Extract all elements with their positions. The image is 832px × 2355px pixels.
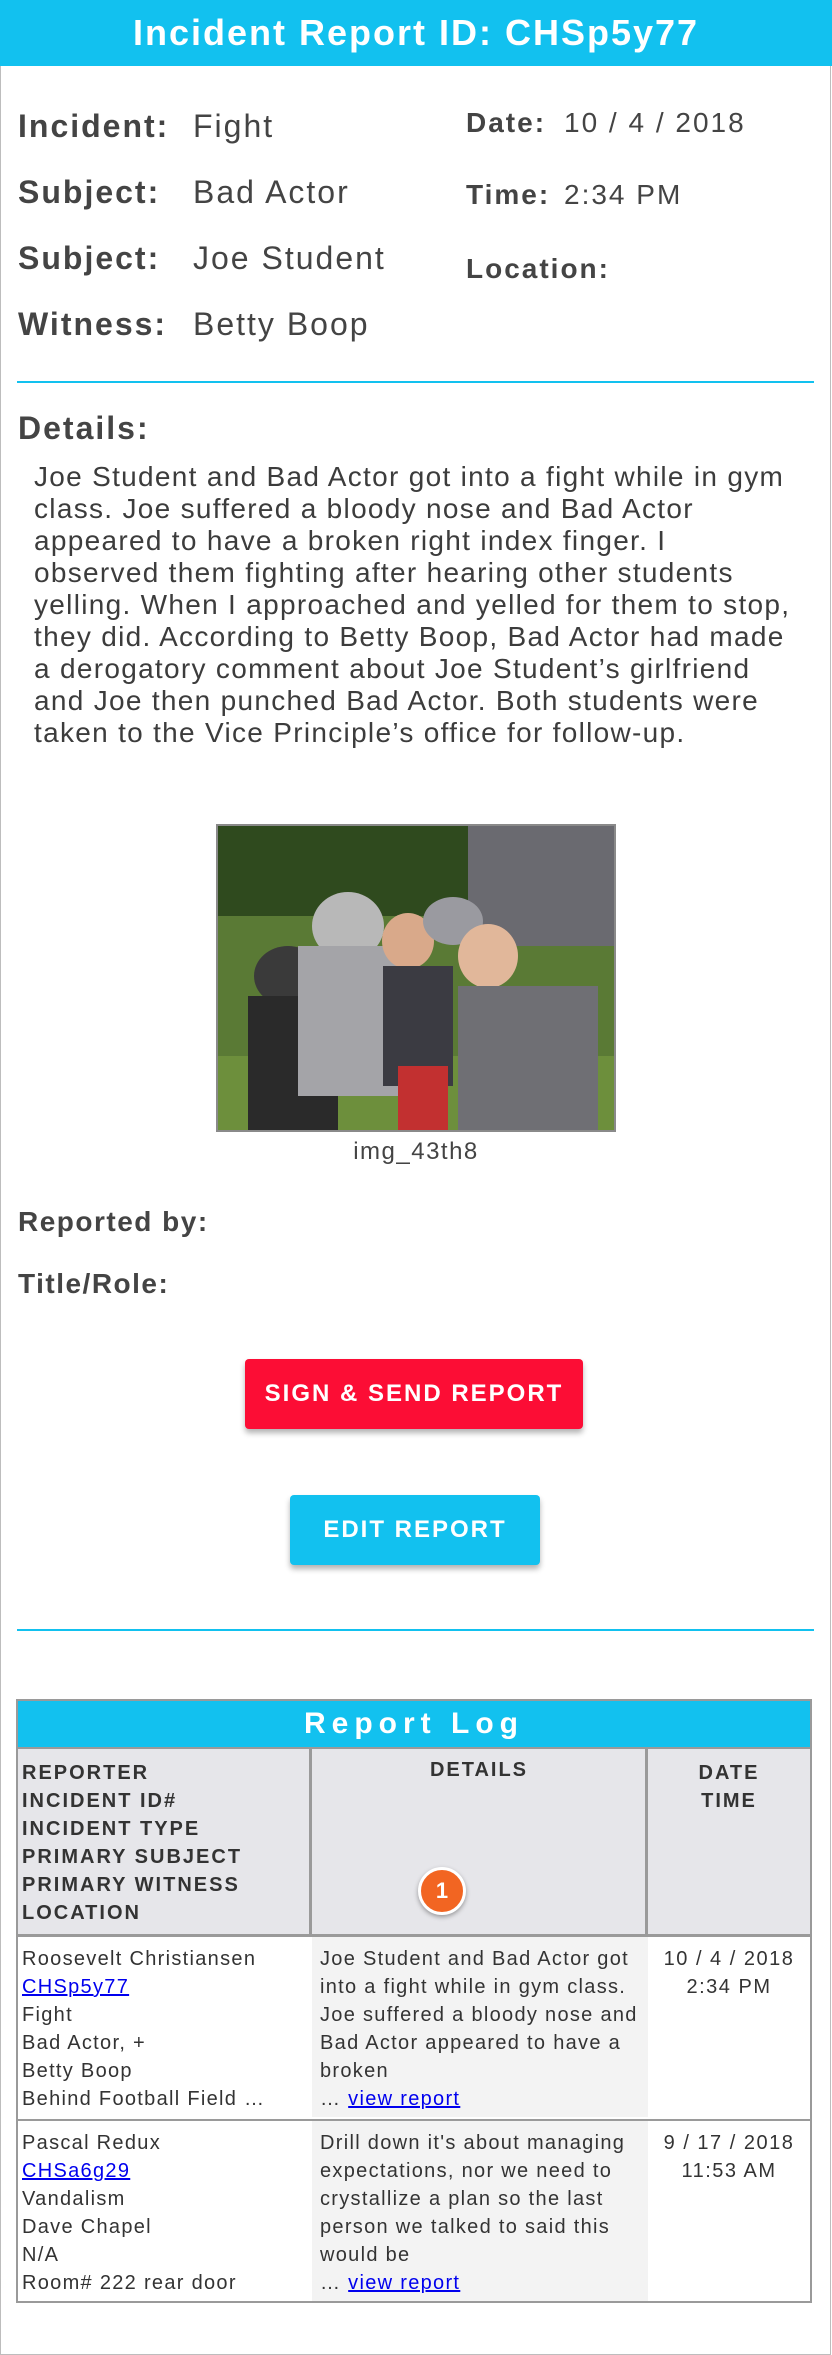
header-incident-id: INCIDENT ID# xyxy=(22,1790,178,1812)
row-primary-witness: N/A xyxy=(22,2244,60,2266)
report-log-table: Report Log REPORTER INCIDENT ID# INCIDEN… xyxy=(16,1699,812,2303)
row-location: Behind Football Field … xyxy=(22,2088,266,2110)
row-details-text: Joe Student and Bad Actor got into a fig… xyxy=(320,1948,638,2082)
location-label: Location: xyxy=(466,253,610,284)
header-location: LOCATION xyxy=(22,1902,141,1924)
row-details-ellipsis: … xyxy=(320,2272,342,2294)
row-date: 9 / 17 / 2018 xyxy=(663,2132,795,2154)
notification-badge[interactable]: 1 xyxy=(418,1867,466,1915)
row-summary: Pascal Redux CHSa6g29 Vandalism Dave Cha… xyxy=(22,2129,312,2297)
report-log-header: REPORTER INCIDENT ID# INCIDENT TYPE PRIM… xyxy=(18,1747,810,1937)
header-col-date: DATE TIME xyxy=(648,1759,810,1815)
sign-send-report-button[interactable]: SIGN & SEND REPORT xyxy=(245,1359,583,1429)
header-date: DATE xyxy=(698,1762,760,1784)
incident-photo[interactable] xyxy=(216,824,616,1132)
header-divider-1 xyxy=(309,1747,312,1937)
time-label: Time: xyxy=(466,179,551,210)
witness-label: Witness: xyxy=(18,306,168,342)
page-title: Incident Report ID: CHSp5y77 xyxy=(132,12,700,53)
header-time: TIME xyxy=(701,1790,757,1812)
subject-field-2: Subject: Joe Student xyxy=(18,240,384,277)
row-date: 10 / 4 / 2018 xyxy=(663,1948,795,1970)
row-details-ellipsis: … xyxy=(320,2088,342,2110)
subject-label-2: Subject: xyxy=(18,240,161,276)
row-details: Joe Student and Bad Actor got into a fig… xyxy=(312,1937,648,2117)
row-datetime: 9 / 17 / 2018 11:53 AM xyxy=(648,2129,810,2185)
row-incident-id-link[interactable]: CHSa6g29 xyxy=(22,2160,130,2182)
subject-value-1: Bad Actor xyxy=(193,174,350,210)
row-location: Room# 222 rear door xyxy=(22,2272,237,2294)
row-summary: Roosevelt Christiansen CHSp5y77 Fight Ba… xyxy=(22,1945,312,2113)
report-header: Incident Report ID: CHSp5y77 xyxy=(0,0,832,66)
witness-value: Betty Boop xyxy=(193,306,370,342)
incident-label: Incident: xyxy=(18,108,170,144)
date-value: 10 / 4 / 2018 xyxy=(564,107,746,138)
table-row: Pascal Redux CHSa6g29 Vandalism Dave Cha… xyxy=(18,2119,810,2301)
report-log-title: Report Log xyxy=(18,1701,810,1747)
reported-by-label: Reported by: xyxy=(18,1206,209,1237)
time-field: Time: 2:34 PM xyxy=(466,179,680,211)
row-incident-type: Fight xyxy=(22,2004,73,2026)
edit-report-button[interactable]: EDIT REPORT xyxy=(290,1495,540,1565)
details-label: Details: xyxy=(18,410,150,446)
header-divider-2 xyxy=(645,1747,648,1937)
details-text: Joe Student and Bad Actor got into a fig… xyxy=(34,461,791,748)
row-primary-witness: Betty Boop xyxy=(22,2060,133,2082)
row-time: 2:34 PM xyxy=(686,1976,772,1998)
incident-field: Incident: Fight xyxy=(18,108,272,145)
view-report-link[interactable]: view report xyxy=(348,2088,460,2110)
header-incident-type: INCIDENT TYPE xyxy=(22,1818,201,1840)
incident-value: Fight xyxy=(193,108,275,144)
photo-caption: img_43th8 xyxy=(353,1138,479,1165)
header-reporter: REPORTER xyxy=(22,1762,150,1784)
header-primary-subject: PRIMARY SUBJECT xyxy=(22,1846,243,1868)
row-datetime: 10 / 4 / 2018 2:34 PM xyxy=(648,1945,810,2001)
subject-label-1: Subject: xyxy=(18,174,161,210)
incident-photo-image xyxy=(218,826,614,1130)
row-time: 11:53 AM xyxy=(681,2160,777,2182)
date-field: Date: 10 / 4 / 2018 xyxy=(466,107,744,139)
row-primary-subject: Bad Actor, + xyxy=(22,2032,147,2054)
header-details: DETAILS xyxy=(429,1759,529,1781)
witness-field: Witness: Betty Boop xyxy=(18,306,368,343)
subject-value-2: Joe Student xyxy=(193,240,386,276)
row-reporter: Pascal Redux xyxy=(22,2132,161,2154)
location-field: Location: xyxy=(466,253,610,285)
view-report-link[interactable]: view report xyxy=(348,2272,460,2294)
log-divider xyxy=(17,1629,814,1631)
row-primary-subject: Dave Chapel xyxy=(22,2216,152,2238)
section-divider xyxy=(17,381,814,383)
date-label: Date: xyxy=(466,107,547,138)
table-row: Roosevelt Christiansen CHSp5y77 Fight Ba… xyxy=(18,1937,810,2119)
row-reporter: Roosevelt Christiansen xyxy=(22,1948,257,1970)
subject-field-1: Subject: Bad Actor xyxy=(18,174,348,211)
header-col-reporter: REPORTER INCIDENT ID# INCIDENT TYPE PRIM… xyxy=(22,1759,242,1927)
row-incident-type: Vandalism xyxy=(22,2188,126,2210)
row-incident-id-link[interactable]: CHSp5y77 xyxy=(22,1976,129,1998)
time-value: 2:34 PM xyxy=(564,179,683,210)
header-primary-witness: PRIMARY WITNESS xyxy=(22,1874,240,1896)
row-details-text: Drill down it's about managing expectati… xyxy=(320,2132,626,2266)
title-role-label: Title/Role: xyxy=(18,1268,170,1299)
row-details: Drill down it's about managing expectati… xyxy=(312,2121,648,2301)
